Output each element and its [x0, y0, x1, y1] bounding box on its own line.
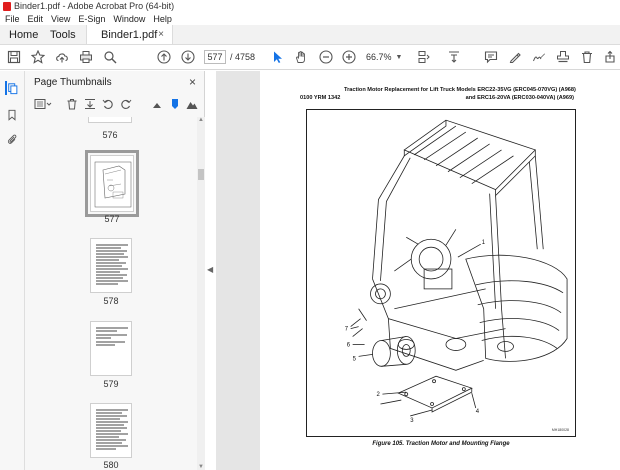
menu-edit[interactable]: Edit	[28, 14, 44, 24]
thumbnail-label: 579	[103, 379, 119, 389]
thumbnail-label: 576	[102, 130, 118, 140]
rotate-counterclockwise-icon[interactable]	[101, 97, 115, 111]
thumbnail-list: 576 577 578 579 580	[25, 117, 197, 470]
highlight-pen-icon[interactable]	[507, 49, 523, 65]
zoom-out-icon[interactable]	[318, 49, 334, 65]
title-bar: Binder1.pdf - Adobe Acrobat Pro (64-bit)	[0, 0, 620, 12]
thumbnail-label: 577	[104, 214, 120, 224]
zoom-select[interactable]: 66.7% ▼	[366, 50, 402, 64]
tab-document-label: Binder1.pdf	[101, 28, 158, 41]
bookmark-icon[interactable]	[5, 108, 19, 122]
delete-page-icon[interactable]	[65, 97, 79, 111]
zoom-value: 66.7%	[366, 52, 392, 62]
tab-close-icon[interactable]: ×	[158, 29, 164, 40]
callout-6: 6	[347, 342, 351, 348]
page-thumbnail[interactable]	[90, 238, 132, 293]
tab-bar: Home Tools Binder1.pdf ×	[0, 25, 620, 45]
previous-page-icon[interactable]	[156, 49, 172, 65]
callout-7: 7	[345, 327, 348, 333]
select-cursor-icon[interactable]	[270, 49, 286, 65]
panel-title: Page Thumbnails	[34, 76, 112, 88]
stamp-icon[interactable]	[555, 49, 571, 65]
callout-1: 1	[482, 240, 486, 246]
forklift-illustration: 1 2 3 4 5 6 7	[345, 119, 568, 424]
share-link-icon[interactable]	[602, 49, 618, 65]
zoom-search-icon[interactable]	[102, 49, 118, 65]
menu-window[interactable]: Window	[113, 14, 145, 24]
panel-scrollbar[interactable]: ▲ ▼	[197, 117, 205, 470]
tab-home[interactable]: Home	[0, 25, 40, 44]
tab-document[interactable]: Binder1.pdf ×	[86, 25, 173, 44]
callout-4: 4	[476, 409, 480, 415]
comment-icon[interactable]	[483, 49, 499, 65]
menu-bar: File Edit View E-Sign Window Help	[0, 12, 620, 25]
left-rail	[0, 71, 25, 470]
main-toolbar: 577 / 4758 66.7% ▼	[0, 45, 620, 70]
extract-page-icon[interactable]	[83, 97, 97, 111]
menu-file[interactable]: File	[5, 14, 20, 24]
hand-tool-icon[interactable]	[293, 49, 309, 65]
figure-frame: 1 2 3 4 5 6 7 MH180028	[306, 109, 576, 437]
thumbnail-label: 580	[103, 460, 119, 470]
rotate-clockwise-icon[interactable]	[119, 97, 133, 111]
scroll-thumb[interactable]	[198, 169, 204, 180]
page-thumbnail[interactable]	[90, 321, 132, 376]
menu-help[interactable]: Help	[153, 14, 172, 24]
figure-id: MH180028	[551, 428, 569, 432]
attachment-icon[interactable]	[5, 132, 19, 146]
page-thumbnails-icon[interactable]	[5, 81, 19, 95]
scroll-mode-icon[interactable]	[446, 49, 462, 65]
doc-code: 0100 YRM 1342	[300, 95, 341, 101]
callout-2: 2	[376, 392, 379, 398]
doc-title-line1: Traction Motor Replacement for Lift Truc…	[344, 87, 576, 93]
figure-caption: Figure 105. Traction Motor and Mounting …	[372, 441, 510, 447]
thumbnail-size-small-icon[interactable]	[150, 97, 164, 111]
page-thumbnail-selected[interactable]	[85, 150, 139, 217]
zoom-in-icon[interactable]	[341, 49, 357, 65]
collapse-panel-icon[interactable]: ◀	[207, 265, 213, 274]
panel-header: Page Thumbnails ×	[25, 71, 205, 93]
scroll-up-icon[interactable]: ▲	[198, 117, 204, 123]
panel-close-icon[interactable]: ×	[189, 75, 196, 89]
thumbnail-options-icon[interactable]	[33, 97, 53, 111]
thumbnail-label: 578	[103, 296, 119, 306]
window-title: Binder1.pdf - Adobe Acrobat Pro (64-bit)	[14, 1, 175, 11]
delete-icon[interactable]	[579, 49, 595, 65]
menu-esign[interactable]: E-Sign	[78, 14, 105, 24]
page-display-icon[interactable]	[416, 49, 432, 65]
doc-title-line2: and ERC16-20VA (ERC030-040VA) (A969)	[465, 95, 574, 101]
document-view[interactable]: Traction Motor Replacement for Lift Truc…	[216, 71, 620, 470]
tab-tools[interactable]: Tools	[40, 25, 86, 44]
next-page-icon[interactable]	[180, 49, 196, 65]
print-icon[interactable]	[78, 49, 94, 65]
menu-view[interactable]: View	[51, 14, 70, 24]
thumbnails-panel: Page Thumbnails × 576 577 578 579 580 ▲ …	[25, 71, 205, 470]
chevron-down-icon: ▼	[395, 53, 403, 61]
bookmark-star-icon[interactable]	[30, 49, 46, 65]
sign-icon[interactable]	[531, 49, 547, 65]
page-total: / 4758	[230, 52, 256, 62]
page-thumbnail[interactable]	[88, 117, 132, 123]
panel-toolbar	[25, 94, 205, 114]
page-thumbnail[interactable]	[90, 403, 132, 458]
upload-cloud-icon[interactable]	[54, 49, 70, 65]
thumbnail-size-large-icon[interactable]	[185, 97, 199, 111]
save-icon[interactable]	[6, 49, 22, 65]
callout-5: 5	[353, 356, 357, 362]
pdf-page: Traction Motor Replacement for Lift Truc…	[260, 71, 620, 470]
thumbnail-size-slider-icon[interactable]	[168, 97, 182, 111]
acrobat-icon	[3, 1, 11, 11]
page-number-input[interactable]: 577	[204, 50, 226, 64]
scroll-down-icon[interactable]: ▼	[198, 464, 204, 470]
callout-3: 3	[410, 418, 414, 424]
